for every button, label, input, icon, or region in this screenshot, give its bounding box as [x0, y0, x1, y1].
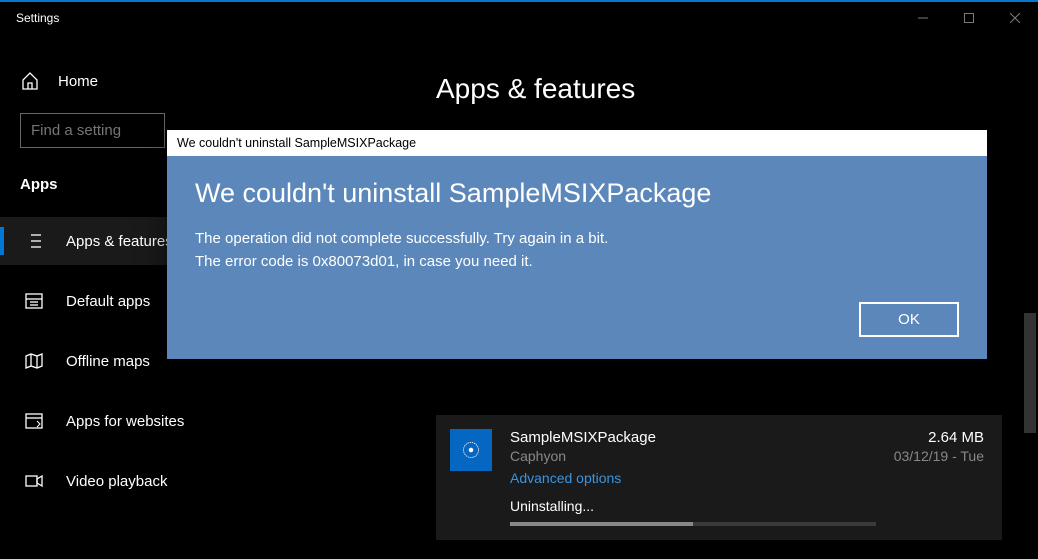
app-name: SampleMSIXPackage — [510, 429, 876, 446]
error-dialog: We couldn't uninstall SampleMSIXPackage … — [167, 130, 987, 359]
search-input[interactable] — [20, 113, 165, 148]
app-meta: 2.64 MB 03/12/19 - Tue — [894, 429, 984, 526]
app-date: 03/12/19 - Tue — [894, 448, 984, 464]
app-card[interactable]: SampleMSIXPackage Caphyon Advanced optio… — [436, 415, 1002, 540]
nav-item-apps-for-websites[interactable]: Apps for websites — [0, 397, 400, 445]
window-title: Settings — [16, 11, 59, 25]
app-publisher: Caphyon — [510, 448, 876, 464]
scrollbar-thumb[interactable] — [1024, 313, 1036, 433]
dialog-body: We couldn't uninstall SampleMSIXPackage … — [167, 156, 987, 294]
dialog-message-line2: The error code is 0x80073d01, in case yo… — [195, 250, 959, 273]
ok-button[interactable]: OK — [859, 302, 959, 337]
nav-item-label: Offline maps — [66, 353, 150, 370]
home-nav[interactable]: Home — [0, 61, 400, 113]
maximize-button[interactable] — [946, 2, 992, 33]
websites-icon — [24, 411, 44, 431]
titlebar: Settings — [0, 0, 1038, 33]
video-icon — [24, 471, 44, 491]
page-title: Apps & features — [436, 73, 1002, 105]
window-controls — [900, 2, 1038, 33]
default-apps-icon — [24, 291, 44, 311]
nav-item-video-playback[interactable]: Video playback — [0, 457, 400, 505]
dialog-message-line1: The operation did not complete successfu… — [195, 227, 959, 250]
scrollbar[interactable] — [1022, 33, 1038, 559]
home-label: Home — [58, 73, 98, 90]
minimize-button[interactable] — [900, 2, 946, 33]
home-icon — [20, 71, 40, 91]
close-button[interactable] — [992, 2, 1038, 33]
progress-fill — [510, 522, 693, 526]
dialog-heading: We couldn't uninstall SampleMSIXPackage — [195, 178, 959, 209]
nav-item-label: Video playback — [66, 473, 167, 490]
nav-item-label: Apps & features — [66, 233, 173, 250]
app-size: 2.64 MB — [894, 429, 984, 446]
list-icon — [24, 231, 44, 251]
advanced-options-link[interactable]: Advanced options — [510, 470, 876, 486]
dialog-actions: OK — [167, 294, 987, 359]
dialog-titlebar: We couldn't uninstall SampleMSIXPackage — [167, 130, 987, 156]
nav-item-label: Default apps — [66, 293, 150, 310]
app-icon — [450, 429, 492, 471]
nav-item-label: Apps for websites — [66, 413, 184, 430]
map-icon — [24, 351, 44, 371]
app-info: SampleMSIXPackage Caphyon Advanced optio… — [510, 429, 876, 526]
app-status: Uninstalling... — [510, 498, 876, 514]
uninstall-progress — [510, 522, 876, 526]
